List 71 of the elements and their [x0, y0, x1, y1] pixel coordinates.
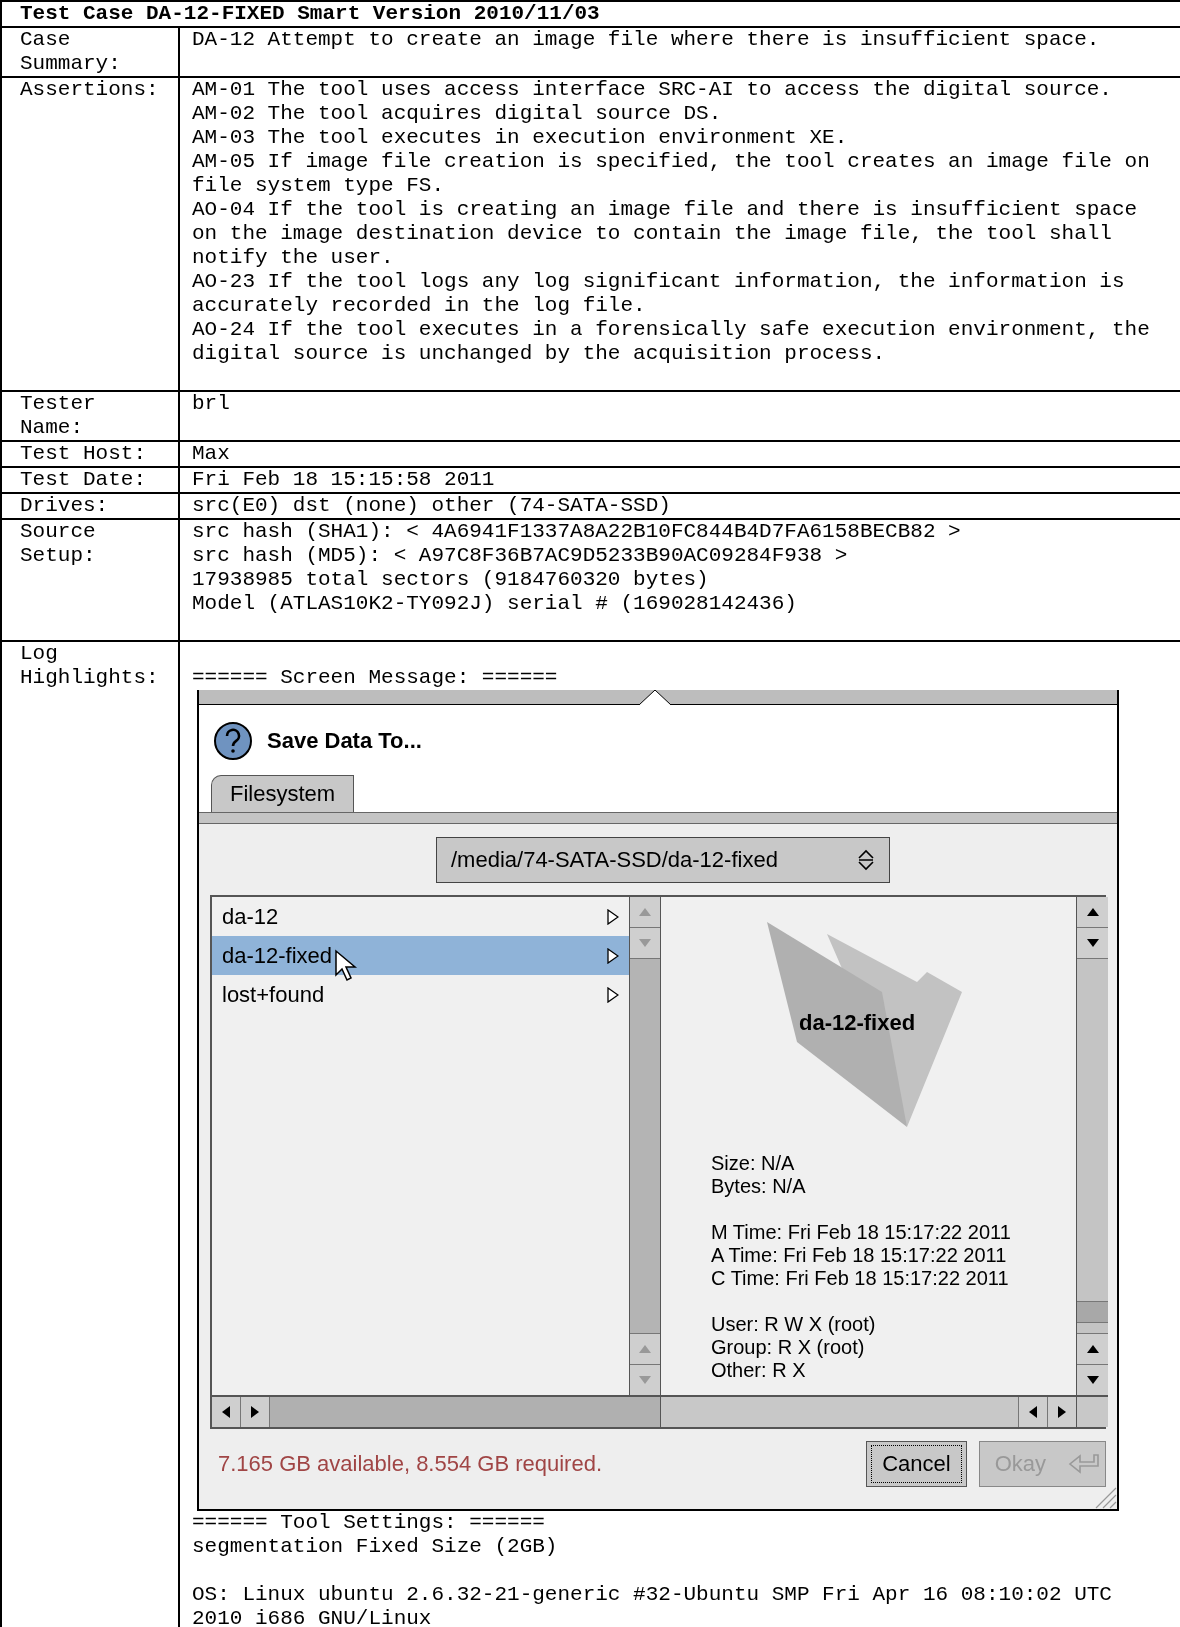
- log-line: ====== Tool Settings: ======: [192, 1511, 546, 1535]
- scroll-down-icon: [638, 1375, 652, 1385]
- scroll-right-icon: [1057, 1405, 1067, 1419]
- triangle-right-icon: [607, 947, 619, 964]
- scrollbar[interactable]: [212, 1395, 661, 1427]
- field-label: Case Summary:: [2, 28, 180, 78]
- mouse-pointer-icon: [334, 949, 360, 983]
- triangle-right-icon: [607, 908, 619, 925]
- field-value: AO-04 If the tool is creating an image file and there is insufficient space on the image destination device to contain the image file, the tool shall notify the user.: [192, 198, 1139, 270]
- scroll-thumb[interactable]: [1077, 1301, 1108, 1323]
- field-label: Tester Name:: [2, 392, 180, 442]
- field-label: Log Highlights:: [2, 642, 180, 1627]
- updown-icon: [857, 848, 875, 872]
- field-value: src hash (SHA1): < 4A6941F1337A8A22B10FC844B4D7FA6158BECB82 >: [192, 520, 962, 544]
- scroll-right-icon: [250, 1405, 260, 1419]
- scroll-up-icon: [638, 1344, 652, 1354]
- field-value: AM-02 The tool acquires digital source DS.: [192, 102, 723, 126]
- test-case-title: Test Case DA-12-FIXED Smart Version 2010/11/03: [2, 2, 1180, 28]
- info-line: Bytes: N/A: [711, 1175, 807, 1198]
- info-line: A Time: Fri Feb 18 15:17:22 2011: [711, 1244, 1008, 1267]
- folder-item[interactable]: da-12: [212, 897, 629, 936]
- field-value: AO-23 If the tool logs any log significant information, the information is accurately recorded in the log file.: [192, 270, 1126, 318]
- dialog-button[interactable]: Cancel: [866, 1441, 967, 1487]
- info-line: C Time: Fri Feb 18 15:17:22 2011: [711, 1267, 1010, 1290]
- field-value: AM-05 If image file creation is specified, the tool creates an image file on file system type FS.: [192, 150, 1151, 198]
- scroll-up-icon: [1085, 1344, 1100, 1354]
- scroll-up-icon: [638, 907, 652, 917]
- field-value: src(E0) dst (none) other (74-SATA-SSD): [192, 494, 672, 518]
- field-value: DA-12 Attempt to create an image file where there is insufficient space.: [192, 28, 1101, 52]
- scroll-up-icon: [1085, 907, 1100, 917]
- info-line: Group: R X (root): [711, 1336, 866, 1359]
- return-icon: [1068, 1453, 1100, 1475]
- resize-grip-icon: [1095, 1487, 1117, 1509]
- scrollbar[interactable]: [661, 1395, 1076, 1427]
- info-line: Other: R X: [711, 1359, 807, 1382]
- triangle-right-icon: [607, 986, 619, 1003]
- path-dropdown[interactable]: /media/74-SATA-SSD/da-12-fixed: [436, 837, 890, 883]
- field-value: AO-24 If the tool executes in a forensically safe execution environment, the digital source is unchanged by the acquisition process.: [192, 318, 1151, 366]
- log-line: OS: Linux ubuntu 2.6.32-21-generic #32-Ubuntu SMP Fri Apr 16 08:10:02 UTC 2010 i686 GNU/Linux: [192, 1583, 1113, 1627]
- field-value: AM-01 The tool uses access interface SRC-AI to access the digital source.: [192, 78, 1113, 102]
- field-value: Fri Feb 18 15:15:58 2011: [192, 468, 496, 492]
- info-line: Size: N/A: [711, 1152, 796, 1175]
- log-line: segmentation Fixed Size (2GB): [192, 1535, 559, 1559]
- folder-item[interactable]: da-12-fixed: [212, 936, 629, 975]
- field-label: Drives:: [2, 494, 180, 520]
- field-label: Test Host:: [2, 442, 180, 468]
- question-icon: [213, 721, 253, 761]
- field-label: Test Date:: [2, 468, 180, 494]
- field-value: brl: [192, 392, 231, 416]
- scroll-down-icon: [1085, 1375, 1100, 1385]
- field-label: Assertions:: [2, 78, 180, 392]
- log-line: ====== Screen Message: ======: [192, 666, 559, 690]
- dialog-title: Save Data To...: [267, 727, 422, 755]
- info-line: User: R W X (root): [711, 1313, 877, 1336]
- folder-name: da-12-fixed: [799, 1009, 916, 1037]
- scrollbar[interactable]: [1076, 897, 1108, 1395]
- field-value: src hash (MD5): < A97C8F36B7AC9D5233B90AC09284F938 >: [192, 544, 849, 568]
- scroll-down-icon: [638, 938, 652, 948]
- field-value: 17938985 total sectors (9184760320 bytes): [192, 568, 710, 592]
- folder-item[interactable]: lost+found: [212, 975, 629, 1014]
- scrollbar[interactable]: [629, 897, 661, 1395]
- field-value: Model (ATLAS10K2-TY092J) serial # (169028142436): [192, 592, 798, 616]
- scroll-down-icon: [1085, 938, 1100, 948]
- field-value: AM-03 The tool executes in execution environment XE.: [192, 126, 849, 150]
- field-value: Max: [192, 442, 231, 466]
- scroll-left-icon: [221, 1405, 231, 1419]
- tab[interactable]: Filesystem: [211, 775, 355, 812]
- scroll-left-icon: [1028, 1405, 1038, 1419]
- error-message: 7.165 GB available, 8.554 GB required.: [218, 1452, 604, 1476]
- info-line: M Time: Fri Feb 18 15:17:22 2011: [711, 1221, 1011, 1244]
- field-label: Source Setup:: [2, 520, 180, 642]
